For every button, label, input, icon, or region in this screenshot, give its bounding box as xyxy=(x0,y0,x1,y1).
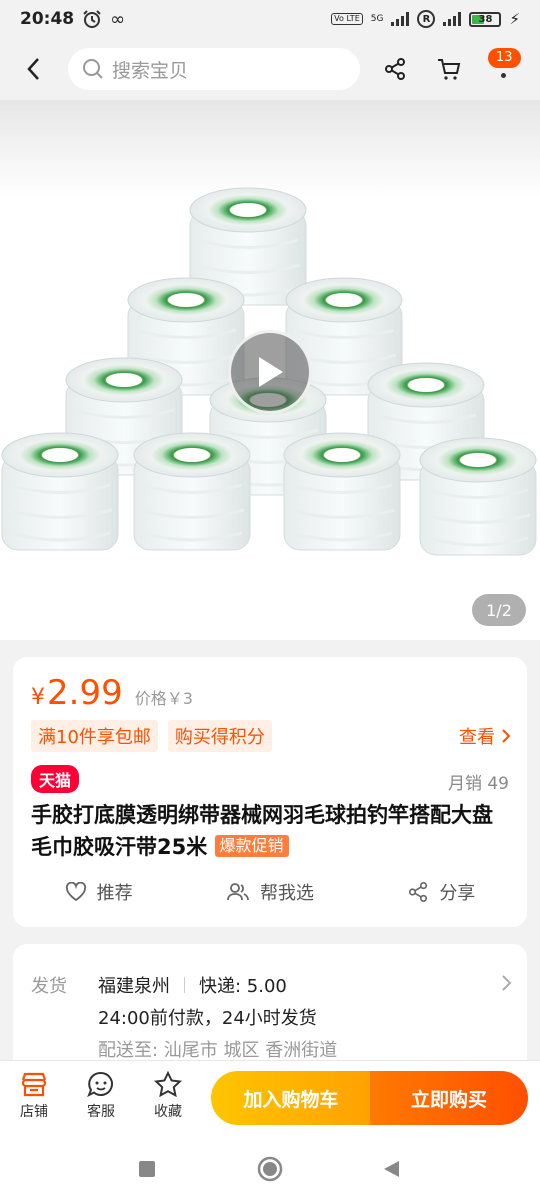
more-menu-button[interactable]: 13 xyxy=(476,38,530,100)
product-actions: 推荐 帮我选 分享 xyxy=(13,879,527,905)
shipping-promise: 24:00前付款，24小时发货 xyxy=(98,1008,317,1029)
back-nav-button[interactable] xyxy=(376,1154,406,1184)
star-icon xyxy=(154,1071,182,1097)
chevron-right-icon xyxy=(502,729,511,743)
original-price: 价格￥3 xyxy=(134,689,193,708)
search-icon xyxy=(83,59,103,79)
square-icon xyxy=(139,1161,155,1177)
store-button[interactable]: 店铺 xyxy=(4,1071,64,1121)
monthly-sales: 月销 49 xyxy=(447,774,509,794)
play-video-button[interactable] xyxy=(228,330,312,414)
shipping-origin-row: 福建泉州 快递: 5.00 xyxy=(98,972,287,998)
circle-home-icon xyxy=(257,1156,283,1182)
view-promos-link[interactable]: 查看 xyxy=(459,723,511,749)
network-type: 5G xyxy=(370,14,384,24)
cart-icon xyxy=(438,59,461,80)
product-info-card: ¥ 2.99 价格￥3 满10件享包邮 购买得积分 查看 天猫 月销 49 手胶… xyxy=(13,657,527,927)
help-choose-label: 帮我选 xyxy=(259,883,314,904)
promo-tag[interactable]: 购买得积分 xyxy=(167,720,272,752)
status-time: 20:48 xyxy=(20,9,75,29)
view-label: 查看 xyxy=(459,727,495,748)
add-to-cart-button[interactable]: 加入购物车 xyxy=(211,1071,371,1125)
more-dot-icon xyxy=(501,73,506,78)
chevron-right-icon xyxy=(502,975,512,991)
product-image-gallery[interactable]: 1/2 xyxy=(0,100,540,640)
infinity-icon: ∞ xyxy=(110,8,126,30)
recommend-label: 推荐 xyxy=(96,883,133,904)
deliver-to: 配送至: 汕尾市 城区 香洲街道 xyxy=(98,1040,338,1061)
cart-button[interactable] xyxy=(422,38,476,100)
recents-button[interactable] xyxy=(132,1154,162,1184)
image-pager: 1/2 xyxy=(472,594,526,626)
promo-tags: 满10件享包邮 购买得积分 xyxy=(31,720,272,752)
recommend-button[interactable]: 推荐 xyxy=(13,879,184,905)
promo-tag[interactable]: 满10件享包邮 xyxy=(31,720,158,752)
customer-service-button[interactable]: 客服 xyxy=(71,1071,131,1121)
volte-icon: Vo LTE xyxy=(331,13,363,25)
store-label: 店铺 xyxy=(20,1104,48,1120)
current-price: 2.99 xyxy=(47,673,123,713)
share-icon xyxy=(385,58,405,80)
favorite-button[interactable]: 收藏 xyxy=(138,1071,198,1121)
shipping-fee: 快递: 5.00 xyxy=(199,976,287,997)
share-icon xyxy=(409,882,428,902)
currency-symbol: ¥ xyxy=(31,685,45,710)
product-title: 手胶打底膜透明绑带器械网羽毛球拍钓竿搭配大盘毛巾胶吸汗带25米 爆款促销 xyxy=(31,799,511,863)
store-icon xyxy=(21,1072,47,1097)
people-icon xyxy=(227,883,249,901)
shipping-card[interactable]: 发货 福建泉州 快递: 5.00 24:00前付款，24小时发货 配送至: 汕尾… xyxy=(13,944,527,1074)
heart-icon xyxy=(65,882,86,902)
share-label: 分享 xyxy=(439,883,476,904)
chat-face-icon xyxy=(87,1071,113,1097)
signal-icon-2 xyxy=(443,12,462,26)
back-button[interactable] xyxy=(0,38,68,100)
chevron-left-icon xyxy=(27,58,39,80)
roaming-icon: R xyxy=(417,10,436,28)
charging-icon: ⚡ xyxy=(509,10,520,28)
buy-now-button[interactable]: 立即购买 xyxy=(370,1071,528,1125)
status-bar: 20:48 ∞ Vo LTE 5G R 38 ⚡ xyxy=(0,0,540,38)
help-choose-button[interactable]: 帮我选 xyxy=(184,879,355,905)
share-button[interactable] xyxy=(368,38,422,100)
battery-icon: 38 xyxy=(469,11,502,27)
search-placeholder: 搜索宝贝 xyxy=(112,59,189,82)
play-icon xyxy=(259,357,283,387)
cart-count-badge: 13 xyxy=(488,48,521,68)
favorite-label: 收藏 xyxy=(154,1104,182,1120)
home-button[interactable] xyxy=(255,1154,285,1184)
divider xyxy=(184,977,185,993)
system-nav-bar xyxy=(0,1138,540,1200)
alarm-icon xyxy=(83,10,101,28)
hot-sale-tag: 爆款促销 xyxy=(214,835,289,857)
shipping-label: 发货 xyxy=(31,976,67,997)
service-label: 客服 xyxy=(87,1104,115,1120)
share-product-button[interactable]: 分享 xyxy=(356,879,527,905)
shipping-origin: 福建泉州 xyxy=(98,976,170,997)
triangle-back-icon xyxy=(384,1161,399,1177)
tmall-badge: 天猫 xyxy=(31,765,80,793)
signal-icon xyxy=(391,12,410,26)
bottom-action-bar: 店铺 客服 收藏 加入购物车 立即购买 xyxy=(0,1060,540,1138)
search-input[interactable]: 搜索宝贝 xyxy=(68,48,360,90)
price-row: ¥ 2.99 价格￥3 xyxy=(31,673,193,713)
search-header: 搜索宝贝 13 xyxy=(0,38,540,100)
